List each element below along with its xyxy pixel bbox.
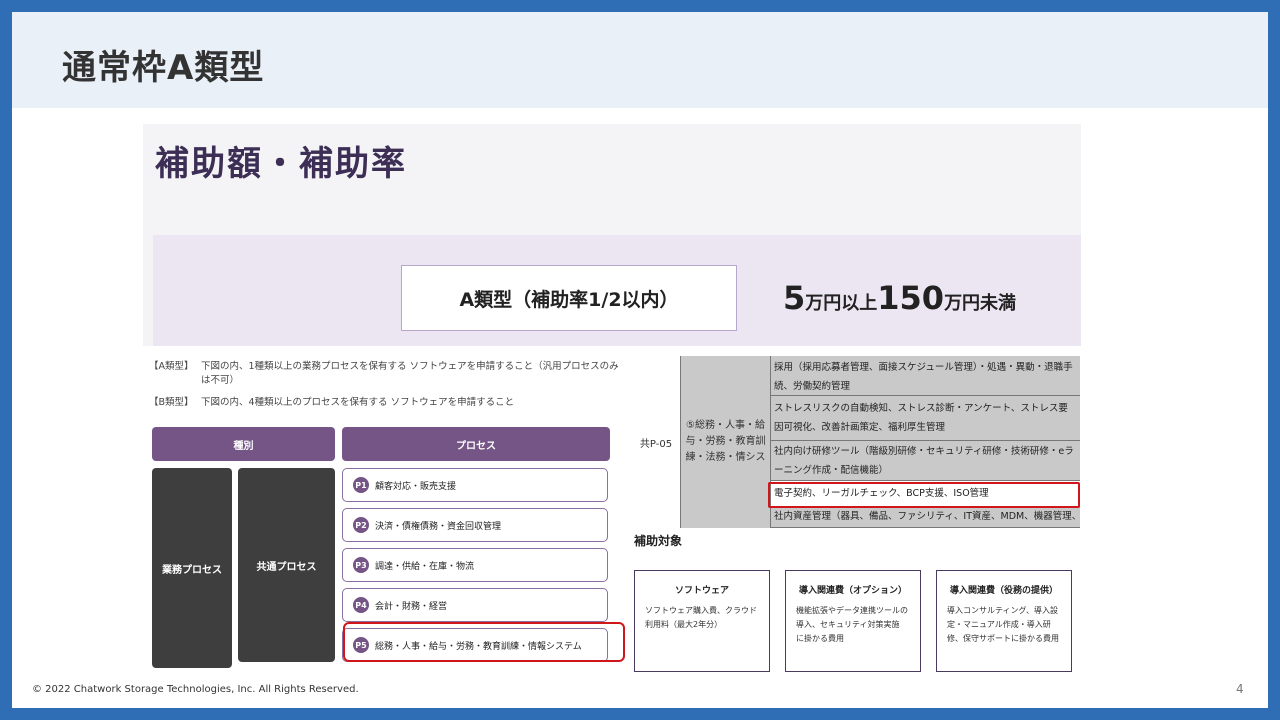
table-row: 社内資産管理（器具、備品、ファシリティ、IT資産、MDM、機器管理、知財管 bbox=[770, 507, 1080, 528]
e-contract-highlight-box bbox=[768, 482, 1080, 508]
process-badge: P1 bbox=[353, 477, 369, 493]
process-label: 決済・債権債務・資金回収管理 bbox=[375, 521, 502, 532]
process-item-p3: P3 調達・供給・在庫・物流 bbox=[342, 548, 608, 582]
note-a-type: 【A類型】 下図の内、1種類以上の業務プロセスを保有する ソフトウェアを申請するこ… bbox=[149, 360, 621, 388]
note-b-type: 【B類型】 下図の内、4種類以上のプロセスを保有する ソフトウェアを申請すること bbox=[149, 396, 621, 410]
note-tag: 【A類型】 bbox=[149, 361, 194, 372]
process-detail-table: 共P-05 ⑤総務・人事・給与・労務・教育訓練・法務・情シス 採用（採用応募者管… bbox=[632, 356, 1080, 528]
note-text: 下図の内、4種類以上のプロセスを保有する ソフトウェアを申請すること bbox=[201, 397, 515, 408]
p5-highlight-box bbox=[343, 622, 625, 662]
process-label: 調達・供給・在庫・物流 bbox=[375, 561, 475, 572]
process-badge: P4 bbox=[353, 597, 369, 613]
subsidy-amount-range: 5万円以上150万円未満 bbox=[783, 279, 1016, 317]
process-code: 共P-05 bbox=[639, 438, 673, 450]
subsidy-amount-panel: 補助額・補助率 A類型（補助率1/2以内） 5万円以上150万円未満 bbox=[143, 124, 1081, 346]
process-item-p4: P4 会計・財務・経営 bbox=[342, 588, 608, 622]
title-band: 通常枠A類型 bbox=[12, 12, 1268, 108]
card-body: 機能拡張やデータ連携ツールの導入、セキュリティ対策実施 に掛かる費用 bbox=[796, 606, 908, 643]
process-badge: P2 bbox=[353, 517, 369, 533]
process-header: プロセス bbox=[342, 427, 610, 461]
business-process-column: 業務プロセス bbox=[152, 468, 232, 668]
subsidy-targets-heading: 補助対象 bbox=[634, 534, 683, 548]
card-service-costs: 導入関連費（役務の提供） 導入コンサルティング、導入設定・マニュアル作成・導入研… bbox=[936, 570, 1072, 672]
slide: 通常枠A類型 補助額・補助率 A類型（補助率1/2以内） 5万円以上150万円未… bbox=[12, 12, 1268, 708]
slide-title: 通常枠A類型 bbox=[62, 48, 265, 88]
a-type-rate-box: A類型（補助率1/2以内） bbox=[401, 265, 737, 331]
table-row: 採用（採用応募者管理、面接スケジュール管理）・処遇・異動・退職手続、労働契約管理 bbox=[770, 356, 1080, 396]
amount-max-unit: 万円未満 bbox=[944, 293, 1017, 314]
page-number: 4 bbox=[1236, 682, 1244, 696]
process-badge: P3 bbox=[353, 557, 369, 573]
note-tag: 【B類型】 bbox=[149, 397, 194, 408]
card-title: 導入関連費（オプション） bbox=[798, 586, 907, 596]
card-option-costs: 導入関連費（オプション） 機能拡張やデータ連携ツールの導入、セキュリティ対策実施… bbox=[785, 570, 921, 672]
process-item-p2: P2 決済・債権債務・資金回収管理 bbox=[342, 508, 608, 542]
process-label: 会計・財務・経営 bbox=[375, 601, 448, 612]
common-process-column: 共通プロセス bbox=[238, 468, 335, 662]
card-software: ソフトウェア ソフトウェア購入費、クラウド利用料（最大2年分） bbox=[634, 570, 770, 672]
card-title: 導入関連費（役務の提供） bbox=[949, 586, 1058, 596]
process-requirements-image: 【A類型】 下図の内、1種類以上の業務プロセスを保有する ソフトウェアを申請するこ… bbox=[143, 356, 629, 668]
amount-max: 150 bbox=[877, 279, 945, 317]
table-row: ストレスリスクの自動検知、ストレス診断・アンケート、ストレス要因可視化、改善計画… bbox=[770, 396, 1080, 441]
copyright-footer: © 2022 Chatwork Storage Technologies, In… bbox=[32, 684, 359, 695]
process-category: ⑤総務・人事・給与・労務・教育訓練・法務・情シス bbox=[680, 356, 770, 528]
process-label: 顧客対応・販売支援 bbox=[375, 481, 457, 492]
card-title: ソフトウェア bbox=[674, 586, 729, 596]
card-body: 導入コンサルティング、導入設定・マニュアル作成・導入研修、保守サポートに掛かる費… bbox=[947, 606, 1059, 643]
table-row: 社内向け研修ツール（階級別研修・セキュリティ研修・技術研修・eラーニング作成・配… bbox=[770, 441, 1080, 481]
amount-min: 5 bbox=[783, 279, 806, 317]
hero-title: 補助額・補助率 bbox=[155, 144, 407, 184]
amount-min-unit: 万円以上 bbox=[805, 293, 878, 314]
hero-band: A類型（補助率1/2以内） 5万円以上150万円未満 bbox=[153, 235, 1081, 346]
process-item-p1: P1 顧客対応・販売支援 bbox=[342, 468, 608, 502]
note-text: 下図の内、1種類以上の業務プロセスを保有する ソフトウェアを申請すること（汎用プ… bbox=[201, 361, 619, 386]
category-header: 種別 bbox=[152, 427, 335, 461]
subsidy-targets: 補助対象 ソフトウェア ソフトウェア購入費、クラウド利用料（最大2年分） 導入関… bbox=[632, 528, 1080, 676]
card-body: ソフトウェア購入費、クラウド利用料（最大2年分） bbox=[645, 606, 757, 629]
